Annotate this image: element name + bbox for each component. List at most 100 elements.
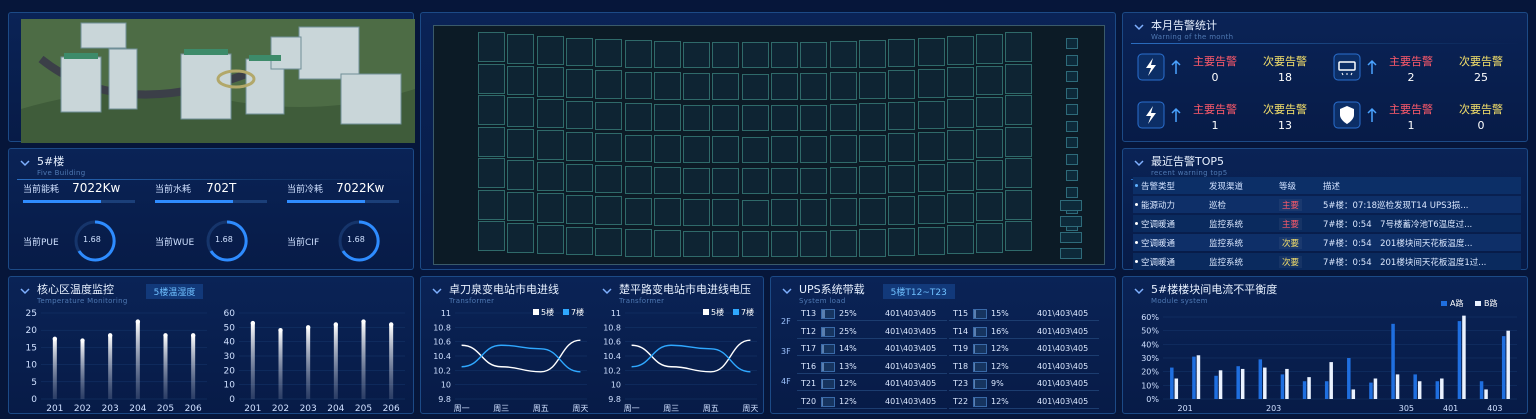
cabinet-cell[interactable] [858,71,886,100]
cabinet-cell[interactable] [653,198,681,226]
cabinet-cell[interactable] [653,103,681,132]
ups-row[interactable]: T20 12% 401\403\405 [797,395,949,409]
cabinet-cell[interactable] [595,227,623,257]
cabinet-cell[interactable] [712,167,740,195]
cabinet-cell[interactable] [888,70,916,99]
ups-row[interactable]: T18 12% 401\403\405 [949,360,1101,374]
cabinet-cell[interactable] [917,37,945,67]
cabinet-cell[interactable] [507,65,535,96]
cabinet-cell[interactable] [683,167,711,195]
cabinet-cell[interactable] [976,97,1004,127]
cabinet-cell[interactable] [946,35,974,66]
table-row[interactable]: 空调暖通 监控系统 次要 7#楼：0:54 201楼块间天花板温度... [1133,234,1521,251]
cabinet-cell[interactable] [858,40,886,68]
cabinet-cell[interactable] [653,229,681,258]
cabinet-cell[interactable] [565,37,593,67]
cabinet-cell[interactable] [946,193,974,223]
cabinet-cell[interactable] [507,223,535,253]
view-control-button[interactable] [1066,170,1078,181]
view-control-button[interactable] [1066,120,1078,132]
cabinet-cell[interactable] [536,193,564,223]
view-mode-button[interactable] [1060,248,1082,259]
cabinet-cell[interactable] [565,132,593,161]
cabinet-cell[interactable] [888,101,916,131]
ups-row[interactable]: T22 12% 401\403\405 [949,395,1101,409]
cabinet-cell[interactable] [888,164,916,194]
cabinet-cell[interactable] [712,199,740,226]
cabinet-cell[interactable] [595,38,623,68]
cabinet-cell[interactable] [976,65,1004,96]
cabinet-cell[interactable] [624,40,652,68]
cabinet-cell[interactable] [507,128,535,159]
chevron-down-icon[interactable] [601,285,613,297]
cabinet-cell[interactable] [565,69,593,98]
cabinet-cell[interactable] [683,104,711,132]
cabinet-cell[interactable] [800,199,828,226]
ups-row[interactable]: T21 12% 401\403\405 [797,377,949,391]
view-control-button[interactable] [1066,153,1078,165]
cabinet-cell[interactable] [858,197,886,226]
cabinet-cell[interactable] [1005,126,1033,157]
cabinet-cell[interactable] [565,195,593,224]
chevron-down-icon[interactable] [431,285,443,297]
campus-3d-image[interactable] [21,19,415,143]
cabinet-cell[interactable] [800,230,828,258]
cabinet-cell[interactable] [624,166,652,194]
cabinet-cell[interactable] [683,136,711,163]
cabinet-cell[interactable] [624,197,652,226]
cabinet-cell[interactable] [741,168,769,194]
view-mode-button[interactable] [1060,216,1082,227]
cabinet-cell[interactable] [800,167,828,195]
cabinet-cell[interactable] [478,32,505,62]
cabinet-cell[interactable] [917,163,945,193]
cabinet-cell[interactable] [595,164,623,194]
cabinet-cell[interactable] [829,103,857,132]
cabinet-cell[interactable] [624,71,652,100]
chevron-down-icon[interactable] [19,285,31,297]
cabinet-cell[interactable] [771,167,798,195]
view-control-button[interactable] [1066,38,1078,49]
cabinet-cell[interactable] [917,195,945,224]
cabinet-cell[interactable] [653,40,681,69]
cabinet-cell[interactable] [565,226,593,256]
cabinet-scene[interactable] [433,25,1105,265]
view-control-button[interactable] [1066,137,1078,148]
cabinet-cell[interactable] [478,158,505,188]
cabinet-cell[interactable] [829,40,857,69]
cabinet-cell[interactable] [741,105,769,131]
cabinet-cell[interactable] [683,41,711,69]
cabinet-cell[interactable] [829,135,857,163]
cabinet-cell[interactable] [946,98,974,129]
cabinet-cell[interactable] [858,134,886,163]
view-control-button[interactable] [1066,87,1078,99]
ups-range-tag[interactable]: 5楼T12~T23 [882,284,955,299]
cabinet-cell[interactable] [976,160,1004,190]
cabinet-cell[interactable] [771,199,798,226]
ups-row[interactable]: T13 25% 401\403\405 [797,307,949,321]
cabinet-cell[interactable] [565,100,593,130]
cabinet-cell[interactable] [624,103,652,131]
cabinet-cell[interactable] [1005,95,1033,125]
cabinet-cell[interactable] [478,63,505,94]
cabinet-cell[interactable] [624,229,652,257]
cabinet-cell[interactable] [858,229,886,257]
cabinet-cell[interactable] [946,161,974,192]
view-control-button[interactable] [1066,186,1078,198]
cabinet-cell[interactable] [478,221,505,251]
cabinet-cell[interactable] [888,38,916,68]
cabinet-cell[interactable] [976,191,1004,222]
cabinet-cell[interactable] [771,104,798,132]
cabinet-cell[interactable] [741,136,769,163]
cabinet-cell[interactable] [595,70,623,99]
cabinet-cell[interactable] [800,104,828,132]
chevron-down-icon[interactable] [1133,21,1145,33]
table-row[interactable]: 空调暖通 监控系统 次要 7#楼：0:54 201楼块间天花板温度1过... [1133,253,1521,270]
cabinet-cell[interactable] [712,73,740,100]
cabinet-cell[interactable] [624,134,652,163]
ups-row[interactable]: T19 12% 401\403\405 [949,342,1101,356]
cabinet-cell[interactable] [683,199,711,226]
cabinet-cell[interactable] [536,98,564,129]
cabinet-cell[interactable] [888,227,916,257]
cabinet-cell[interactable] [683,230,711,258]
cabinet-cell[interactable] [917,226,945,256]
